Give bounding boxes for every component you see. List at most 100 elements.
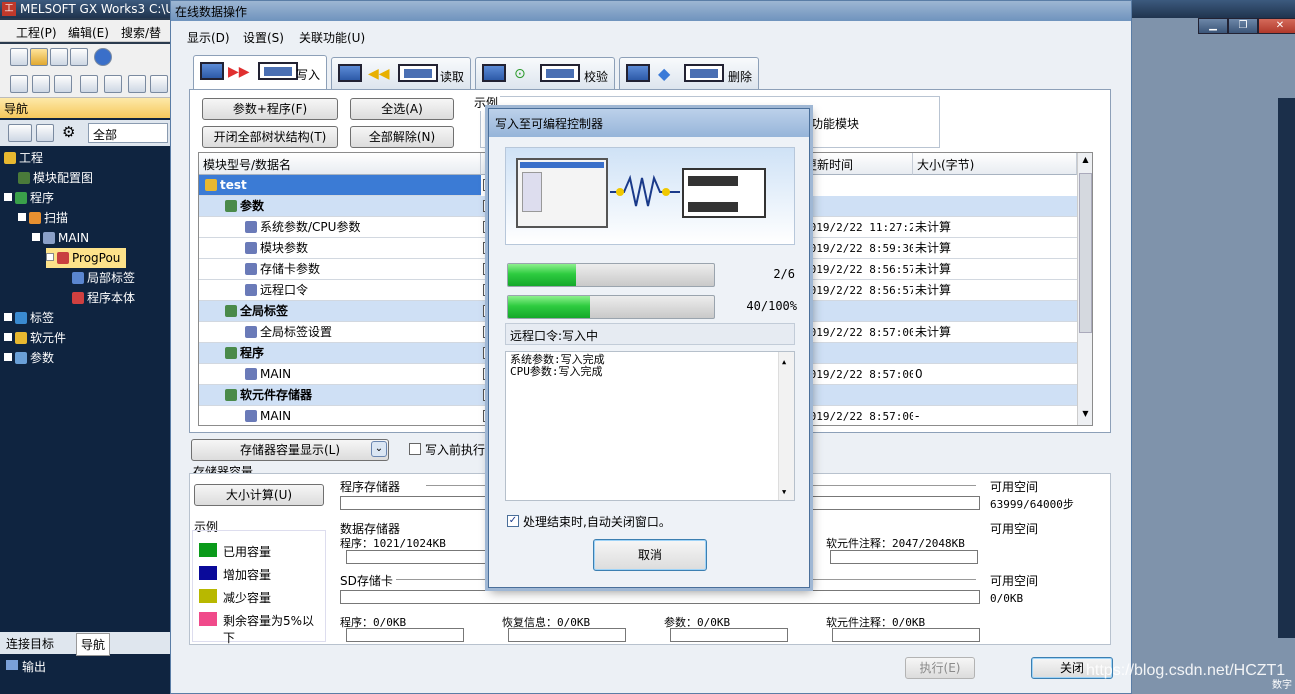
menu-display[interactable]: 显示(D) (187, 29, 230, 46)
header-size[interactable]: 大小(字节) (913, 153, 1077, 175)
collapse-icon[interactable] (46, 253, 54, 261)
eraser-icon: ◆ (658, 64, 671, 83)
tree-item-parameter[interactable]: 参数 (4, 348, 54, 368)
tab-delete[interactable]: ◆ 删除 (619, 57, 759, 89)
scroll-down-icon[interactable]: ▼ (1079, 409, 1092, 421)
auto-close-checkbox[interactable]: ✓ (507, 515, 519, 527)
expand-icon[interactable] (18, 213, 26, 221)
pre-exec-checkbox[interactable] (409, 443, 421, 455)
tree-item-program[interactable]: 程序 (4, 188, 54, 208)
menu-project[interactable]: 工程(P) (16, 24, 57, 41)
tree-item-device[interactable]: 软元件 (4, 328, 66, 348)
output-icon (6, 660, 18, 670)
tree-item-label[interactable]: 标签 (4, 308, 54, 328)
tab-verify[interactable]: ⊙ 校验 (475, 57, 615, 89)
progress-items-text: 2/6 (773, 267, 795, 281)
row-type-icon (245, 221, 257, 233)
scroll-thumb[interactable] (1079, 173, 1092, 333)
minimize-button[interactable]: ▁ (1198, 18, 1228, 34)
watch-icon[interactable] (150, 75, 168, 93)
row-name-cell: 存储卡参数 (245, 259, 475, 280)
row-size: 未计算 (915, 325, 952, 339)
nav-filter-select[interactable]: 全部 (88, 123, 168, 143)
execute-button[interactable]: 执行(E) (905, 657, 975, 679)
toggle-tree-button[interactable]: 开闭全部树状结构(T) (202, 126, 338, 148)
gear-icon[interactable]: ⚙ (62, 124, 80, 142)
menu-search[interactable]: 搜索/替 (121, 24, 161, 41)
binoculars-icon[interactable] (128, 75, 146, 93)
row-name-cell: 全局标签设置 (245, 322, 475, 343)
param-program-button[interactable]: 参数+程序(F) (202, 98, 338, 120)
progress-bar-percent (507, 295, 715, 319)
menu-edit[interactable]: 编辑(E) (68, 24, 109, 41)
expand-icon[interactable] (32, 233, 40, 241)
row-size (915, 301, 1075, 322)
row-size (915, 343, 1075, 364)
tree-item-scan[interactable]: 扫描 (18, 208, 68, 228)
expand-icon[interactable] (4, 333, 12, 341)
memory-capacity-display-button[interactable]: 存储器容量显示(L) (191, 439, 389, 461)
expand-icon[interactable] (4, 193, 12, 201)
tree-item-program-body[interactable]: 程序本体 (72, 288, 135, 308)
progress-fill-percent (508, 296, 591, 318)
help-icon[interactable] (94, 48, 112, 66)
right-side-panel (1278, 98, 1295, 638)
expand-icon[interactable] (4, 353, 12, 361)
tab-read[interactable]: ◀◀ 读取 (331, 57, 471, 89)
row-name: 软元件存储器 (240, 388, 313, 402)
tree-item-project[interactable]: 工程 (4, 148, 43, 168)
filter-icon[interactable] (36, 124, 54, 142)
navigation-panel: 导航 ⚙ 全部 工程 模块配置图 程序 扫描 MAIN ProgPou 局部标签… (0, 98, 170, 694)
scroll-up-icon[interactable]: ▲ (1079, 155, 1092, 167)
row-update-time: 2019/2/22 8:57:00 (803, 368, 913, 381)
log-scrollbar[interactable]: ▲ ▼ (778, 352, 794, 500)
new-file-icon[interactable] (10, 48, 28, 66)
scroll-up-icon[interactable]: ▲ (782, 356, 786, 368)
tree-item-progpou[interactable]: ProgPou (46, 248, 127, 268)
sd-free-value: 0/0KB (990, 592, 1024, 605)
example-function-module-text: 功能模块 (811, 117, 860, 131)
ladder-icon[interactable] (10, 75, 28, 93)
tree-item-main[interactable]: MAIN (32, 228, 89, 248)
tree-view-icon[interactable] (8, 124, 32, 142)
row-name: 系统参数/CPU参数 (260, 220, 361, 234)
tree-item-module-config[interactable]: 模块配置图 (18, 168, 93, 188)
row-type-icon (225, 347, 237, 359)
row-name: 参数 (240, 199, 265, 213)
scan-icon (29, 212, 41, 224)
tree-item-local-label[interactable]: 局部标签 (72, 268, 135, 288)
row-name: 全局标签设置 (260, 325, 333, 339)
menu-related-function[interactable]: 关联功能(U) (299, 29, 365, 46)
table-scrollbar[interactable]: ▲ ▼ (1077, 153, 1092, 425)
cancel-button[interactable]: 取消 (593, 539, 707, 571)
computer-icon (338, 64, 362, 82)
tab-write[interactable]: ▶▶ 写入 (193, 55, 327, 89)
menu-settings[interactable]: 设置(S) (243, 29, 284, 46)
row-type-icon (245, 284, 257, 296)
output-tab[interactable]: 输出 (0, 656, 170, 676)
list-icon[interactable] (104, 75, 122, 93)
row-update-time (803, 196, 913, 217)
save-icon[interactable] (50, 48, 68, 66)
tab-navigation[interactable]: 导航 (76, 633, 111, 656)
expand-icon[interactable] (4, 313, 12, 321)
tab-connection-target[interactable]: 连接目标 (6, 635, 54, 652)
close-window-button[interactable]: ✕ (1258, 18, 1295, 34)
header-update-time[interactable]: 更新时间 (801, 153, 913, 175)
scroll-down-icon[interactable]: ▼ (782, 486, 786, 498)
table-row[interactable]: test (199, 175, 495, 196)
print-icon[interactable] (70, 48, 88, 66)
restore-button[interactable]: ❐ (1228, 18, 1258, 34)
module-icon[interactable] (54, 75, 72, 93)
verify-magnifier-icon: ⊙ (514, 66, 526, 82)
window-icon[interactable] (80, 75, 98, 93)
header-module-name[interactable]: 模块型号/数据名 (199, 153, 481, 175)
deselect-all-button[interactable]: 全部解除(N) (350, 126, 454, 148)
row-name-cell: 模块参数 (245, 238, 475, 259)
size-calc-button[interactable]: 大小计算(U) (194, 484, 324, 506)
row-update-time: 2019/2/22 8:56:57 (803, 284, 913, 297)
chevron-down-icon[interactable]: ⌄ (371, 441, 387, 457)
open-folder-icon[interactable] (30, 48, 48, 66)
program-icon[interactable] (32, 75, 50, 93)
select-all-button[interactable]: 全选(A) (350, 98, 454, 120)
